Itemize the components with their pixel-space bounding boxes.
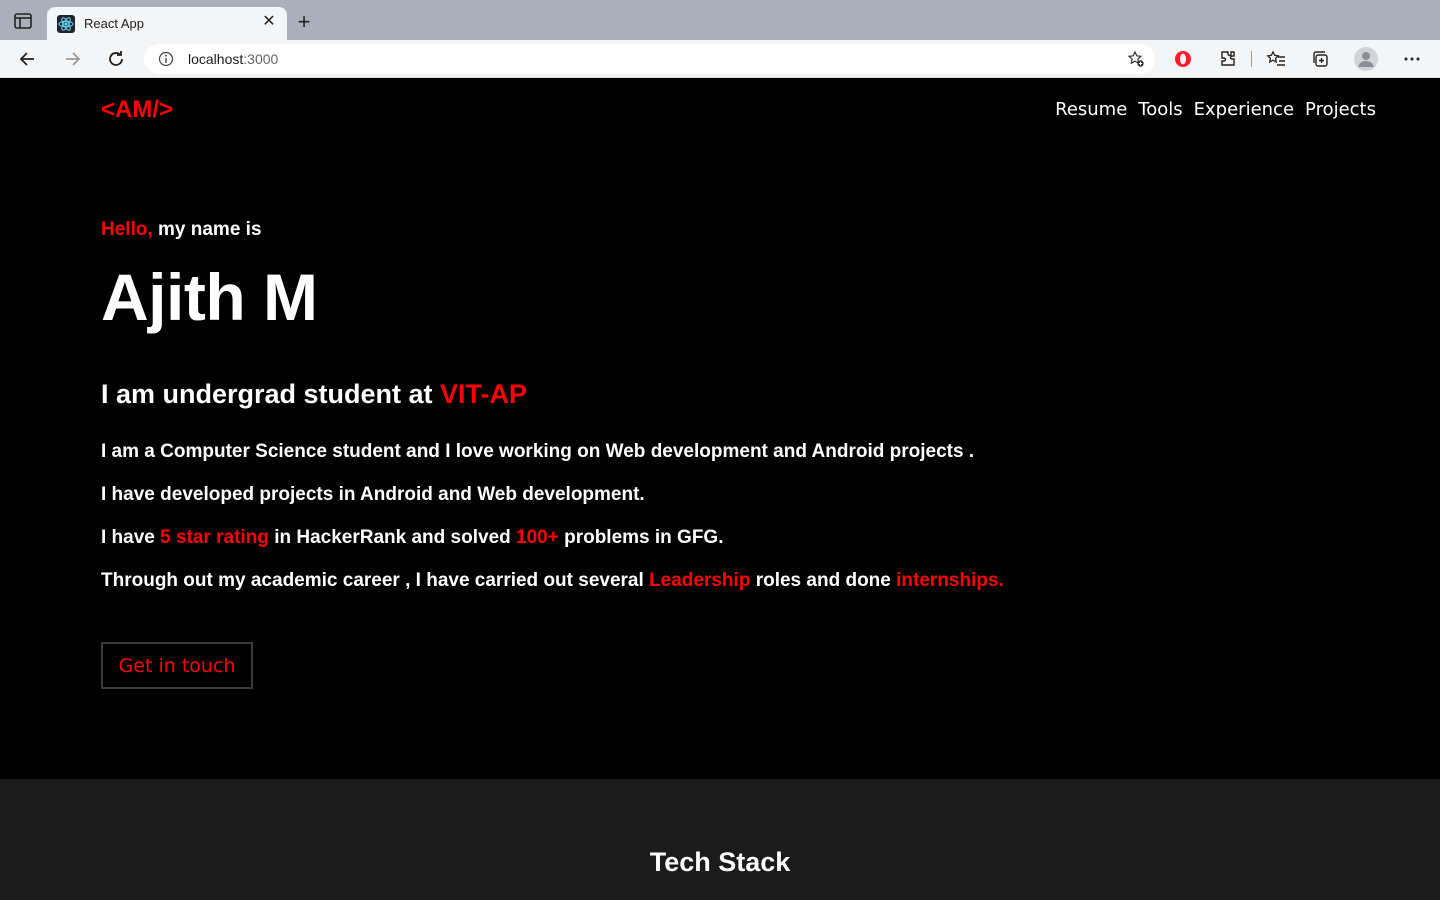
opera-icon[interactable] [1173,49,1193,69]
browser-tab[interactable]: React App ✕ [47,7,287,40]
bio-paragraph-4: Through out my academic career , I have … [101,570,1004,592]
reload-icon[interactable] [106,49,126,69]
react-icon [57,15,75,33]
greeting: Hello, my name is [101,219,262,241]
bio-paragraph-1: I am a Computer Science student and I lo… [101,441,975,462]
extensions-icon[interactable] [1218,49,1238,69]
nav-item-experience[interactable]: Experience [1194,99,1294,120]
greeting-text: my name is [152,219,262,240]
bio-paragraph-3: I have 5 star rating in HackerRank and s… [101,527,724,549]
bio-paragraph-2: I have developed projects in Android and… [101,484,645,505]
bio-highlight: Leadership [649,570,751,591]
bio-text: I have [101,527,161,548]
bio-text: in HackerRank and solved [268,527,517,548]
back-icon[interactable] [18,49,38,69]
nav-item-tools[interactable]: Tools [1138,99,1182,120]
new-tab-icon[interactable]: + [294,11,314,33]
greeting-highlight: Hello, [101,219,153,240]
profile-avatar-icon[interactable] [1354,47,1378,71]
bio-highlight: 100+ [516,527,559,548]
url-text[interactable]: localhost:3000 [188,51,278,67]
bio-text: roles and done [750,570,897,591]
tab-actions-icon[interactable] [14,13,32,29]
bio-highlight: internships. [896,570,1004,591]
get-in-touch-button[interactable]: Get in touch [101,642,253,689]
bio-text: problems in GFG. [558,527,724,548]
subtitle-text: I am undergrad student at [101,379,441,409]
nav-item-projects[interactable]: Projects [1305,99,1376,120]
page-content: <AM/> Resume Tools Experience Projects H… [0,79,1440,900]
hero-name: Ajith M [101,260,318,334]
toolbar-divider [1251,51,1252,67]
site-logo[interactable]: <AM/> [101,96,173,124]
browser-tabbar: React App ✕ + [0,0,1440,40]
tech-stack-section: Tech Stack [0,779,1440,900]
tab-title: React App [84,16,144,31]
hero-subtitle: I am undergrad student at VIT-AP [101,379,527,410]
close-icon[interactable]: ✕ [261,14,277,30]
collections-icon[interactable] [1310,49,1330,69]
nav-item-resume[interactable]: Resume [1055,99,1127,120]
url-port: :3000 [243,51,279,67]
info-icon[interactable] [158,51,174,67]
bio-highlight: 5 star rating [160,527,269,548]
url-host: localhost [188,51,244,67]
main-nav: Resume Tools Experience Projects [1055,99,1376,120]
add-favorite-icon[interactable] [1127,50,1145,68]
forward-icon[interactable] [62,49,82,69]
favorites-icon[interactable] [1266,49,1286,69]
more-menu-icon[interactable] [1402,49,1422,69]
subtitle-highlight: VIT-AP [440,379,528,409]
address-bar[interactable]: localhost:3000 [144,44,1155,74]
browser-toolbar: localhost:3000 [0,40,1440,78]
bio-text: Through out my academic career , I have … [101,570,650,591]
tech-stack-title: Tech Stack [649,847,791,877]
